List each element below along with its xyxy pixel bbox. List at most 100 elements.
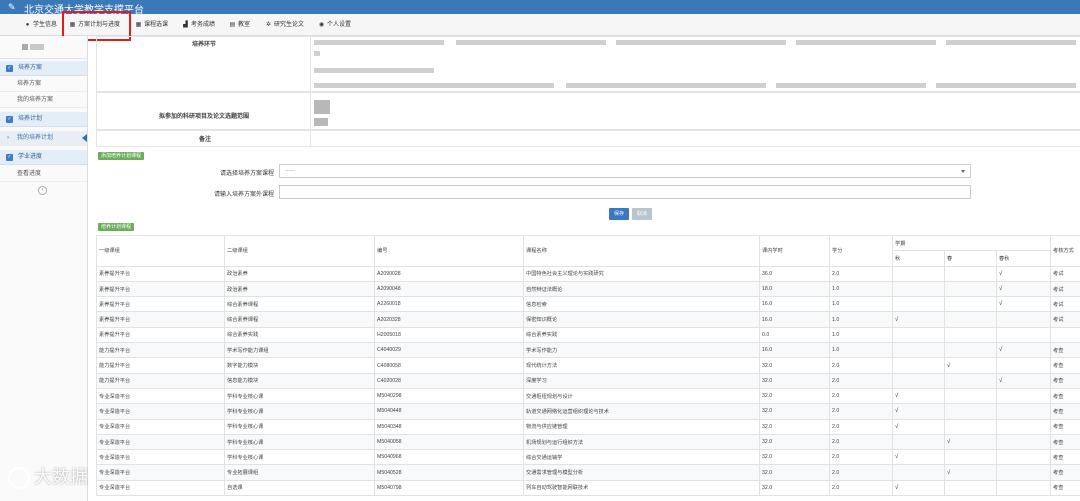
- nav-label: 学生信息: [33, 22, 58, 28]
- external-course-input[interactable]: [279, 185, 971, 199]
- sidebar-item-training-program[interactable]: 培养方案: [0, 77, 87, 92]
- course-select[interactable]: ------: [279, 164, 971, 178]
- table-row: 素养提升平台 综合素养课程 A2260018 信息检索 16.0 1.0 √ 考试: [96, 296, 1080, 313]
- table-cell: 2.0: [829, 479, 893, 497]
- save-button[interactable]: 保存: [609, 208, 629, 220]
- table-cell: 学科专业核心课: [224, 433, 375, 451]
- chevron-left-icon[interactable]: ‹: [38, 186, 47, 195]
- table-cell: √: [892, 479, 945, 497]
- nav-label: 教室: [238, 22, 251, 28]
- info-divider: [310, 36, 311, 147]
- table-cell: 2.0: [829, 403, 893, 420]
- leaf-logo-icon: ✎: [8, 2, 16, 12]
- table-cell: 18.0: [759, 280, 830, 298]
- redacted-text: [946, 40, 1076, 45]
- table-cell: [892, 280, 945, 298]
- table-row: 能力提升平台 数字能力模块 C4080058 现代统计方法 32.0 2.0 √ 考查: [96, 357, 1080, 374]
- term-header: 春: [944, 250, 997, 267]
- table-cell: [944, 326, 997, 344]
- table-cell: [944, 479, 997, 497]
- table-cell: 综合交通运输学: [523, 449, 760, 466]
- bar-chart-icon: ▟: [183, 22, 188, 28]
- table-cell: M5040968: [374, 449, 524, 466]
- sidebar-group-label: 学业进度: [18, 154, 43, 160]
- table-cell: 综合素养课程: [224, 311, 375, 328]
- add-course-tag: 添加培养计划课程: [98, 152, 145, 160]
- col-header: 课程名称: [523, 235, 760, 267]
- sidebar-item-label: 我的培养方案: [17, 97, 54, 103]
- nav-item-course-selection[interactable]: ▦ 课程选课: [135, 14, 168, 36]
- table-cell: [995, 403, 1052, 420]
- table-cell: 深度学习: [523, 372, 760, 389]
- watermark-text: 大数据: [34, 467, 88, 487]
- cancel-button[interactable]: 取消: [632, 208, 652, 220]
- watermark-logo-icon: [8, 467, 30, 490]
- table-cell: [995, 357, 1052, 374]
- globe-icon: ◉: [318, 22, 325, 28]
- table-cell: 2.0: [829, 357, 893, 374]
- table-cell: 中国特色社会主义理论与实践研究: [523, 265, 760, 282]
- table-cell: 列车自动驾驶智能网联技术: [523, 479, 760, 497]
- sidebar-group-training-program[interactable]: ✓ 培养方案: [0, 61, 87, 76]
- table-cell: √: [944, 464, 997, 481]
- table-cell: [892, 372, 945, 389]
- table-cell: 机场规划与运行组织方法: [523, 433, 760, 451]
- app-root: ✎ 北京交通大学教学支撑平台 ● 学生信息 ▦ 方案计划与进度 ▦ 课程选课 ▟ 考务成…: [0, 0, 1080, 501]
- table-cell: 学科专业核心课: [224, 418, 375, 435]
- table-cell: 2.0: [829, 387, 893, 405]
- user-name-redacted: [30, 44, 44, 50]
- sidebar-group-academic-progress[interactable]: ✓ 学业进度: [0, 150, 87, 165]
- table-cell: 自然辩证法概论: [523, 280, 760, 298]
- table-cell: 专业拓展课组: [224, 464, 375, 481]
- table-row: 素养提升平台 综合素养实践 H2005018 综合素养实践 0.0 1.0: [96, 326, 1080, 344]
- table-row: 专业深造平台 学科专业核心课 M5040298 交通枢纽规划与设计 32.0 2.0 √ 考查: [96, 387, 1080, 405]
- table-cell: 32.0: [759, 449, 830, 466]
- table-cell: 32.0: [759, 418, 830, 435]
- info-icon: ●: [25, 22, 30, 28]
- table-cell: 综合素养实践: [224, 326, 375, 344]
- table-cell: 数字能力模块: [224, 357, 375, 374]
- table-cell: 考查: [1050, 479, 1080, 497]
- redacted-text: [314, 118, 328, 126]
- table-cell: 0.0: [759, 326, 830, 344]
- table-cell: C4080058: [374, 357, 524, 374]
- table-cell: 专业深造平台: [96, 403, 225, 420]
- nav-item-graduate-thesis[interactable]: ✲ 研究生论文: [265, 14, 304, 36]
- redacted-text: [314, 40, 444, 45]
- table-cell: [892, 326, 945, 344]
- redacted-text: [936, 83, 1076, 88]
- nav-item-exams-grades[interactable]: ▟ 考务成绩: [182, 14, 215, 36]
- table-cell: 2.0: [829, 265, 893, 282]
- sidebar-item-view-progress[interactable]: 查看进度: [0, 167, 87, 182]
- sidebar-item-my-training-program[interactable]: 我的培养方案: [0, 93, 87, 108]
- table-cell: 交通需求管理与模型分析: [523, 464, 760, 481]
- table-cell: M5040348: [374, 418, 524, 435]
- table-cell: 32.0: [759, 357, 830, 374]
- table-cell: 轨道交通网络化运营组织理论与技术: [523, 403, 760, 420]
- nav-item-student-info[interactable]: ● 学生信息: [24, 14, 57, 36]
- col-header: 学期: [891, 234, 1052, 252]
- table-row: 素养提升平台 综合素养课程 A2020328 保密知识概论 16.0 1.0 √ 考试: [96, 311, 1080, 328]
- table-cell: 考试: [1050, 296, 1080, 313]
- table-cell: C4020028: [374, 372, 524, 389]
- table-cell: A2090048: [374, 280, 524, 298]
- course-table: 一级课组 二级课组 编号 课程名称 课内学时 学分 学期 考核方式 秋 春 春秋…: [96, 234, 1080, 497]
- course-select-value: ------: [285, 168, 295, 174]
- table-row: 专业深造平台 学科专业核心课 M5040968 综合交通运输学 32.0 2.0 √ 考查: [96, 449, 1080, 466]
- table-cell: C4040029: [374, 342, 524, 359]
- table-cell: 考查: [1050, 418, 1080, 435]
- watermark: 大数据: [8, 463, 148, 493]
- table-cell: 考查: [1050, 342, 1080, 359]
- nav-item-personal-settings[interactable]: ◉ 个人设置: [318, 14, 351, 36]
- table-cell: 专业深造平台: [96, 418, 225, 435]
- table-cell: √: [995, 296, 1052, 313]
- sidebar-group-training-plan[interactable]: ✓ 培养计划: [0, 112, 87, 127]
- table-cell: [944, 311, 997, 328]
- col-header: 编号: [374, 235, 524, 267]
- table-cell: [944, 418, 997, 435]
- table-cell: 素养提升平台: [96, 311, 225, 328]
- table-cell: √: [892, 387, 945, 405]
- sidebar-item-my-training-plan[interactable]: › 我的培养计划: [0, 131, 87, 146]
- nav-item-classroom[interactable]: ▤ 教室: [229, 14, 250, 36]
- table-cell: [995, 387, 1052, 405]
